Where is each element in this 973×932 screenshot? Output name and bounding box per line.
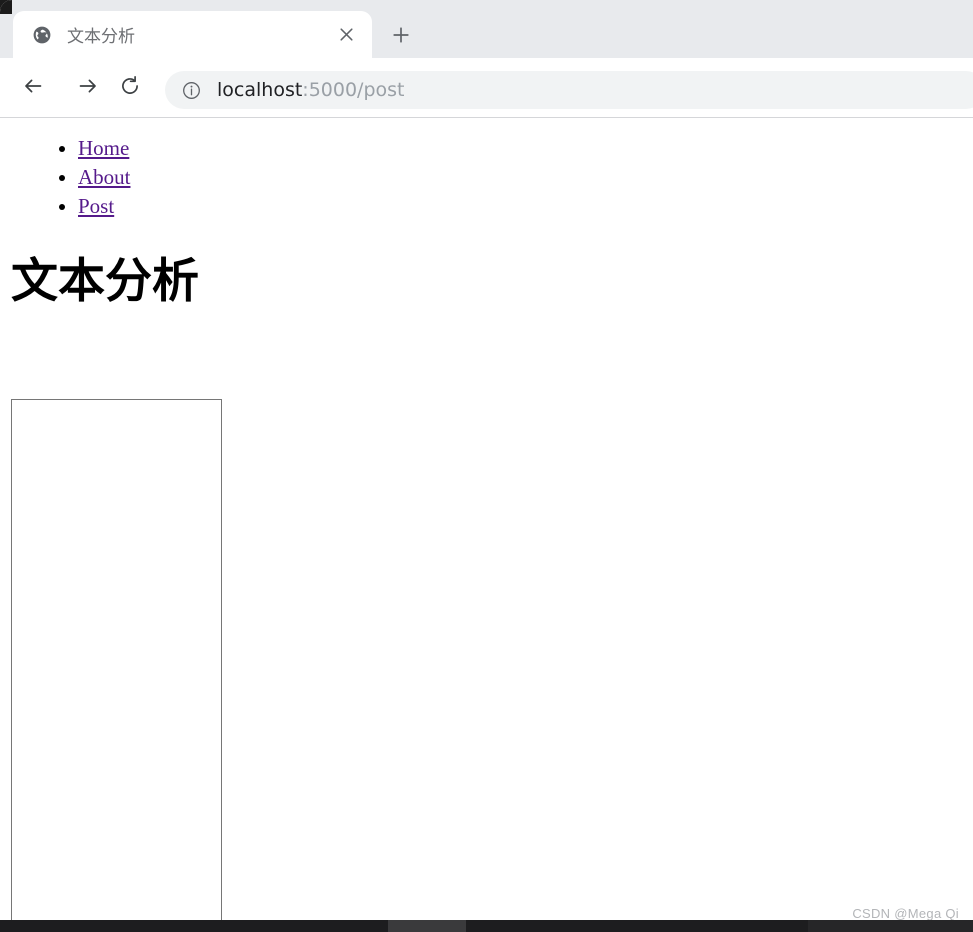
url-path: :5000/post: [302, 79, 405, 101]
reload-icon: [119, 75, 141, 102]
forward-button[interactable]: [72, 72, 104, 104]
url-host: localhost: [217, 79, 303, 101]
close-icon[interactable]: [332, 21, 360, 49]
back-button[interactable]: [17, 72, 49, 104]
globe-icon: [31, 24, 53, 46]
nav-link-home[interactable]: Home: [78, 136, 129, 160]
address-bar[interactable]: localhost:5000/post: [165, 71, 973, 109]
address-bar-url: localhost:5000/post: [217, 79, 405, 101]
watermark: CSDN @Mega Qi: [852, 906, 959, 920]
plus-icon: [392, 26, 410, 49]
tab-strip: 文本分析: [0, 0, 973, 58]
arrow-right-icon: [77, 75, 99, 102]
list-item: About: [78, 163, 973, 192]
taskbar-segment-a: [388, 920, 466, 932]
desktop-taskbar: [0, 920, 973, 932]
nav-link-post[interactable]: Post: [78, 194, 114, 218]
text-input[interactable]: [11, 399, 222, 920]
info-circle-icon[interactable]: [181, 80, 201, 100]
new-tab-button[interactable]: [386, 22, 416, 52]
site-nav-list: Home About Post: [0, 134, 973, 221]
taskbar-segment-b: [808, 920, 973, 932]
list-item: Home: [78, 134, 973, 163]
arrow-left-icon: [22, 75, 44, 102]
page-viewport: Home About Post 文本分析 Process Text: [0, 118, 973, 920]
browser-window: 文本分析 localhost:5000/post • Home • About …: [0, 0, 973, 920]
page-title: 文本分析: [11, 254, 199, 309]
window-corner-shadow: [0, 0, 12, 14]
nav-link-about[interactable]: About: [78, 165, 131, 189]
reload-button[interactable]: [114, 72, 146, 104]
tab-title: 文本分析: [67, 27, 135, 47]
browser-tab[interactable]: 文本分析: [13, 11, 372, 58]
list-item: Post: [78, 192, 973, 221]
